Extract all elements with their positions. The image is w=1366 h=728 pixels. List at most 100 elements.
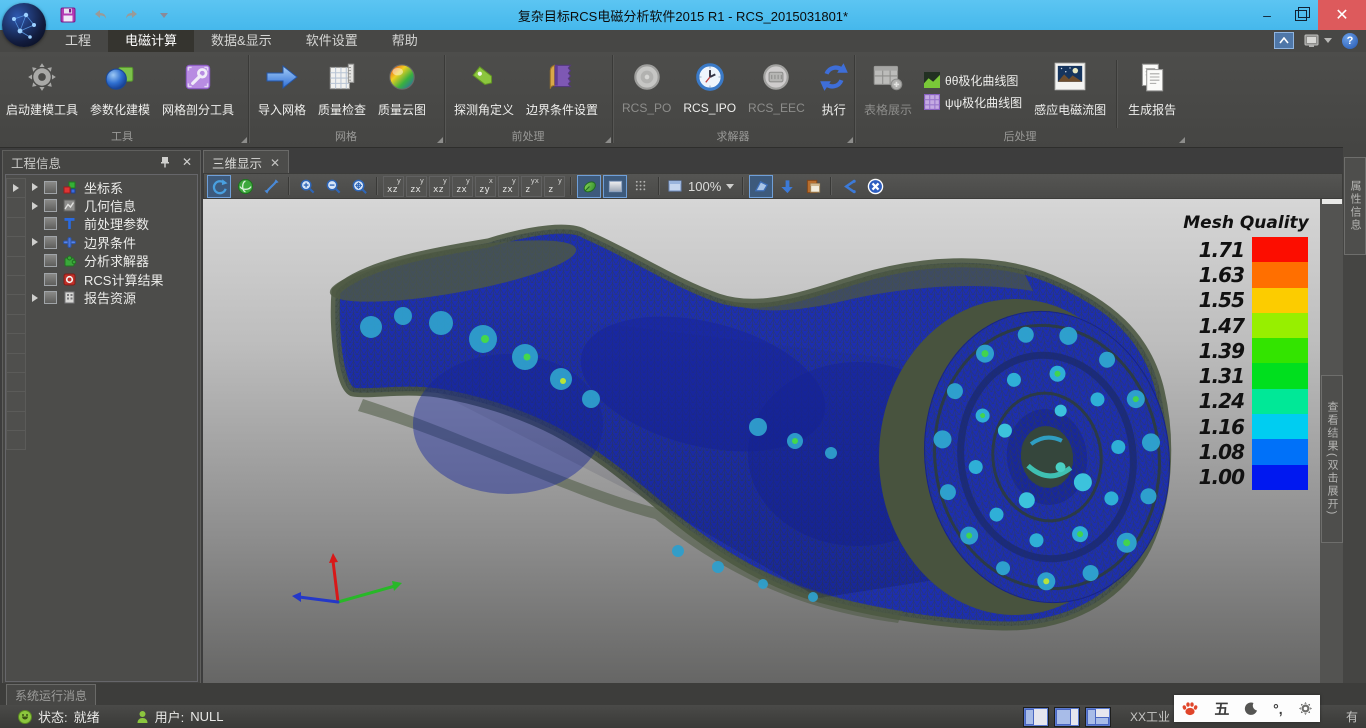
help-icon[interactable]: ? xyxy=(1342,33,1358,49)
zoom-fit-button[interactable] xyxy=(347,175,371,198)
wireframe-points-button[interactable] xyxy=(629,175,653,198)
psi-polarization-curve-button[interactable]: ψψ极化曲线图 xyxy=(924,94,1022,111)
smooth-shading-button[interactable] xyxy=(577,175,601,198)
tree-item-preprocess-params[interactable]: 前处理参数 xyxy=(26,215,197,233)
rcs-po-button[interactable]: RCS_PO xyxy=(616,54,677,128)
customize-qat-chevron-icon[interactable] xyxy=(154,5,174,25)
tree-item-coordinate-system[interactable]: 坐标系 xyxy=(26,178,197,196)
view-left-button[interactable]: yxz xyxy=(429,176,450,197)
tab-3d-display[interactable]: 三维显示 ✕ xyxy=(203,150,289,174)
execute-button[interactable]: 执行 xyxy=(811,54,857,128)
legend-row: 1.00 xyxy=(1182,465,1310,490)
group-launcher-icon[interactable] xyxy=(605,137,611,143)
group-launcher-icon[interactable] xyxy=(847,137,853,143)
expand-arrow-icon[interactable] xyxy=(32,183,38,191)
table-display-button[interactable]: 表格展示 xyxy=(858,54,918,128)
view-iso-button[interactable]: yxz xyxy=(521,176,542,197)
view-iso2-button[interactable]: yz xyxy=(544,176,565,197)
mesh-quality-legend: Mesh Quality 1.71 1.63 1.55 1.47 1.39 1.… xyxy=(1182,213,1310,490)
tab-help[interactable]: 帮助 xyxy=(375,30,435,52)
layout-split-panel-button[interactable] xyxy=(1054,707,1080,727)
checkbox[interactable] xyxy=(44,217,57,230)
tree-item-geometry-info[interactable]: 几何信息 xyxy=(26,196,197,214)
checkbox[interactable] xyxy=(44,291,57,304)
group-launcher-icon[interactable] xyxy=(241,137,247,143)
tree-item-boundary-conditions[interactable]: 边界条件 xyxy=(26,233,197,251)
tree-item-analysis-solver[interactable]: 分析求解器 xyxy=(26,252,197,270)
group-launcher-icon[interactable] xyxy=(1179,137,1185,143)
zoom-scale-dropdown[interactable]: 100% xyxy=(668,179,734,194)
tab-property-info[interactable]: 属性信息 xyxy=(1344,157,1366,255)
redo-icon[interactable] xyxy=(122,5,142,25)
ime-toolbar[interactable]: 五 °, xyxy=(1174,695,1320,722)
tab-engineering[interactable]: 工程 xyxy=(48,30,108,52)
collapse-ribbon-button[interactable] xyxy=(1274,32,1294,49)
display-mode-icon[interactable] xyxy=(1304,33,1332,49)
group-label-solver: 求解器 xyxy=(616,128,850,144)
expand-arrow-icon[interactable] xyxy=(32,202,38,210)
checkbox[interactable] xyxy=(44,273,57,286)
checkbox[interactable] xyxy=(44,199,57,212)
shaded-surface-button[interactable] xyxy=(603,175,627,198)
rotate-view-button[interactable] xyxy=(207,175,231,198)
tree-item-rcs-results[interactable]: RCS计算结果 xyxy=(26,270,197,288)
close-button[interactable]: ✕ xyxy=(1318,0,1366,30)
arrow-down-button[interactable] xyxy=(775,175,799,198)
close-icon[interactable]: ✕ xyxy=(178,154,196,170)
checkbox[interactable] xyxy=(44,236,57,249)
launch-modeling-tool-button[interactable]: 启动建模工具 xyxy=(0,54,84,128)
quality-check-button[interactable]: 质量检查 xyxy=(312,54,372,128)
layout-bottom-panel-button[interactable] xyxy=(1085,707,1111,727)
pan-view-button[interactable] xyxy=(259,175,283,198)
parametric-modeling-button[interactable]: 参数化建模 xyxy=(84,54,156,128)
pin-icon[interactable] xyxy=(156,154,174,170)
restore-button[interactable] xyxy=(1284,0,1318,30)
tab-data-display[interactable]: 数据&显示 xyxy=(194,30,289,52)
layout-left-panel-button[interactable] xyxy=(1023,707,1049,727)
import-mesh-button[interactable]: 导入网格 xyxy=(252,54,312,128)
view-bottom-button[interactable]: yzx xyxy=(498,176,519,197)
probe-angle-button[interactable]: 探测角定义 xyxy=(448,54,520,128)
quality-cloudmap-button[interactable]: 质量云图 xyxy=(372,54,432,128)
tab-system-messages[interactable]: 系统运行消息 xyxy=(6,684,96,705)
capture-window-button[interactable] xyxy=(801,175,825,198)
app-logo-icon[interactable] xyxy=(2,3,46,47)
view-back-button[interactable]: yzx xyxy=(406,176,427,197)
view-front-button[interactable]: yxz xyxy=(383,176,404,197)
document-tab-bar: 三维显示 ✕ xyxy=(203,150,1343,173)
tree-item-report-resources[interactable]: 报告资源 xyxy=(26,288,197,306)
induced-current-map-button[interactable]: 感应电磁流图 xyxy=(1028,54,1112,128)
orbit-view-button[interactable] xyxy=(233,175,257,198)
group-launcher-icon[interactable] xyxy=(437,137,443,143)
viewport-3d[interactable]: Mesh Quality 1.71 1.63 1.55 1.47 1.39 1.… xyxy=(203,199,1320,683)
viewport-toolbar: yxz yzx yxz yzx xzy yzx yxz yz 100% xyxy=(203,173,1343,199)
checkbox[interactable] xyxy=(44,181,57,194)
clip-plane-button[interactable] xyxy=(749,175,773,198)
save-icon[interactable] xyxy=(58,5,78,25)
zoom-in-button[interactable] xyxy=(295,175,319,198)
view-top-button[interactable]: xzy xyxy=(475,176,496,197)
minimize-button[interactable]: – xyxy=(1250,0,1284,30)
tab-em-computation[interactable]: 电磁计算 xyxy=(108,30,194,52)
tab-software-settings[interactable]: 软件设置 xyxy=(289,30,375,52)
rcs-ipo-button[interactable]: RCS_IPO xyxy=(677,54,742,128)
menu-tabs: 工程 电磁计算 数据&显示 软件设置 帮助 xyxy=(48,30,435,52)
tab-view-results[interactable]: 查看结果(双击展开) xyxy=(1321,375,1343,543)
mesh-partition-tool-button[interactable]: 网格剖分工具 xyxy=(156,54,240,128)
rcs-eec-button[interactable]: RCS_EEC xyxy=(742,54,811,128)
expand-arrow-icon[interactable] xyxy=(32,294,38,302)
ribbon-group-tools: 启动建模工具 参数化建模 网格剖分工具 工具 xyxy=(0,52,250,146)
boundary-condition-settings-button[interactable]: 边界条件设置 xyxy=(520,54,604,128)
view-right-button[interactable]: yzx xyxy=(452,176,473,197)
checkbox[interactable] xyxy=(44,254,57,267)
user-indicator: 用户: NULL xyxy=(136,707,224,726)
close-icon[interactable]: ✕ xyxy=(270,156,280,170)
zoom-out-button[interactable] xyxy=(321,175,345,198)
expand-arrow-icon[interactable] xyxy=(32,238,38,246)
close-view-button[interactable] xyxy=(863,175,887,198)
flip-normal-button[interactable] xyxy=(837,175,861,198)
generate-report-button[interactable]: 生成报告 xyxy=(1122,54,1182,128)
undo-icon[interactable] xyxy=(90,5,110,25)
restore-icon xyxy=(1295,10,1307,21)
theta-polarization-curve-button[interactable]: θθ极化曲线图 xyxy=(924,72,1022,89)
